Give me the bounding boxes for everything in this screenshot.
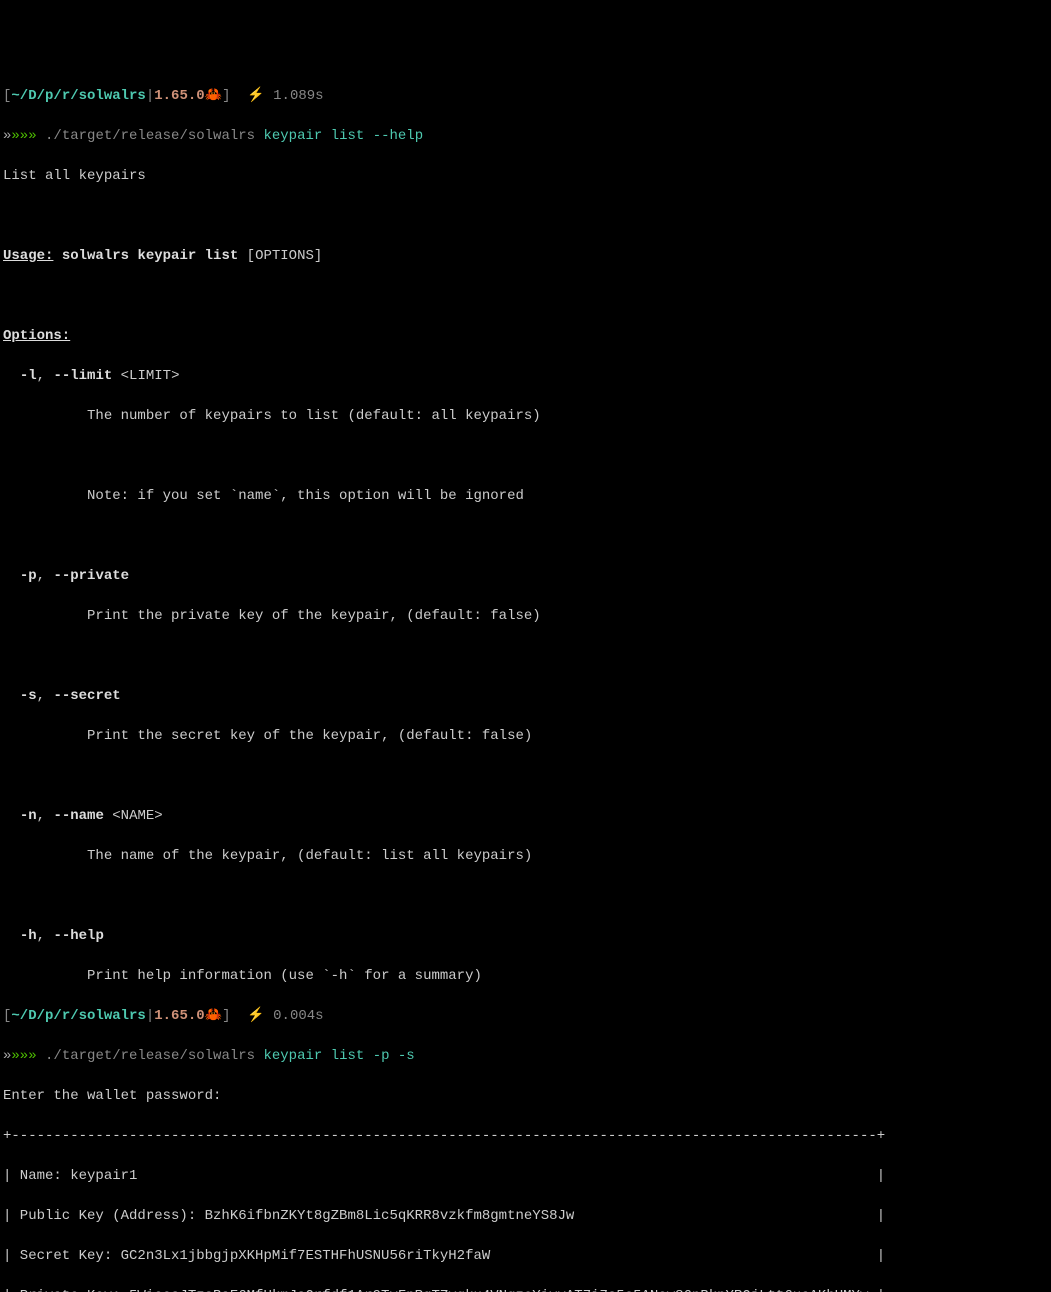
table-row-pubkey: | Public Key (Address): BzhK6ifbnZKYt8gZ… <box>3 1206 1048 1226</box>
opt-long: --private <box>53 568 129 584</box>
crab-icon: 🦀 <box>205 88 222 104</box>
table-row-secret: | Secret Key: GC2n3Lx1jbbgjpXKHpMif7ESTH… <box>3 1246 1048 1266</box>
prompt-line-2: [~/D/p/r/solwalrs|1.65.0🦀] ⚡ 0.004s <box>3 1006 1048 1026</box>
option-desc: Print the secret key of the keypair, (de… <box>3 726 1048 746</box>
opt-short: -l <box>20 368 37 384</box>
usage-cmd: solwalrs keypair list <box>62 248 238 264</box>
comma: , <box>37 808 54 824</box>
option-limit: -l, --limit <LIMIT> <box>3 366 1048 386</box>
options-label: Options: <box>3 326 1048 346</box>
desc-text: The number of keypairs to list (default:… <box>87 408 541 424</box>
desc-text: Print help information (use `-h` for a s… <box>87 968 482 984</box>
command-args: keypair list --help <box>255 128 423 144</box>
bolt-icon: ⚡ <box>247 1008 264 1024</box>
prompt-arrow-gray: » <box>3 1048 11 1064</box>
option-note: Note: if you set `name`, this option wil… <box>3 486 1048 506</box>
bracket-close: ] <box>222 88 230 104</box>
option-desc: The name of the keypair, (default: list … <box>3 846 1048 866</box>
table-row-private: | Private Key: 5WioesJTzsBaE6MfUkmJsQrfd… <box>3 1286 1048 1292</box>
opt-arg: <LIMIT> <box>121 368 180 384</box>
opt-short: -p <box>20 568 37 584</box>
blank-line <box>3 206 1048 226</box>
command-line-2[interactable]: »»»» ./target/release/solwalrs keypair l… <box>3 1046 1048 1066</box>
opt-long: --name <box>53 808 103 824</box>
desc-text: The name of the keypair, (default: list … <box>87 848 532 864</box>
option-desc: The number of keypairs to list (default:… <box>3 406 1048 426</box>
blank-line <box>3 446 1048 466</box>
comma: , <box>37 928 54 944</box>
comma: , <box>37 368 54 384</box>
desc-text: Print the secret key of the keypair, (de… <box>87 728 532 744</box>
usage-label: Usage: <box>3 248 53 264</box>
exec-time: 1.089s <box>273 88 323 104</box>
bracket-open: [ <box>3 1008 11 1024</box>
crab-icon: 🦀 <box>205 1008 222 1024</box>
table-border-top: +---------------------------------------… <box>3 1126 1048 1146</box>
opt-short: -h <box>20 928 37 944</box>
option-desc: Print help information (use `-h` for a s… <box>3 966 1048 986</box>
option-help: -h, --help <box>3 926 1048 946</box>
opt-long: --secret <box>53 688 120 704</box>
cwd-path: ~/D/p/r/solwalrs <box>11 88 145 104</box>
pipe: | <box>146 88 154 104</box>
opt-arg: <NAME> <box>112 808 162 824</box>
bolt-icon: ⚡ <box>247 88 264 104</box>
rust-version: 1.65.0 <box>154 88 204 104</box>
opt-long: --limit <box>53 368 112 384</box>
rust-version: 1.65.0 <box>154 1008 204 1024</box>
table-row-name: | Name: keypair1 | <box>3 1166 1048 1186</box>
option-desc: Print the private key of the keypair, (d… <box>3 606 1048 626</box>
blank-line <box>3 886 1048 906</box>
prompt-line-1: [~/D/p/r/solwalrs|1.65.0🦀] ⚡ 1.089s <box>3 86 1048 106</box>
note-text: Note: if you set `name`, this option wil… <box>87 488 524 504</box>
exec-time: 0.004s <box>273 1008 323 1024</box>
help-summary: List all keypairs <box>3 166 1048 186</box>
opt-long: --help <box>53 928 103 944</box>
prompt-arrow-green: »»» <box>11 1048 36 1064</box>
command-binary: ./target/release/solwalrs <box>45 128 255 144</box>
cwd-path: ~/D/p/r/solwalrs <box>11 1008 145 1024</box>
usage-line: Usage: solwalrs keypair list [OPTIONS] <box>3 246 1048 266</box>
blank-line <box>3 286 1048 306</box>
desc-text: Print the private key of the keypair, (d… <box>87 608 541 624</box>
blank-line <box>3 766 1048 786</box>
option-secret: -s, --secret <box>3 686 1048 706</box>
command-args: keypair list -p -s <box>255 1048 415 1064</box>
password-prompt[interactable]: Enter the wallet password: <box>3 1086 1048 1106</box>
pipe: | <box>146 1008 154 1024</box>
blank-line <box>3 646 1048 666</box>
command-binary: ./target/release/solwalrs <box>45 1048 255 1064</box>
command-line-1[interactable]: »»»» ./target/release/solwalrs keypair l… <box>3 126 1048 146</box>
opt-short: -n <box>20 808 37 824</box>
option-private: -p, --private <box>3 566 1048 586</box>
usage-opts: [OPTIONS] <box>247 248 323 264</box>
comma: , <box>37 688 54 704</box>
opt-short: -s <box>20 688 37 704</box>
prompt-arrow-green: »»» <box>11 128 36 144</box>
option-name: -n, --name <NAME> <box>3 806 1048 826</box>
comma: , <box>37 568 54 584</box>
blank-line <box>3 526 1048 546</box>
bracket-close: ] <box>222 1008 230 1024</box>
